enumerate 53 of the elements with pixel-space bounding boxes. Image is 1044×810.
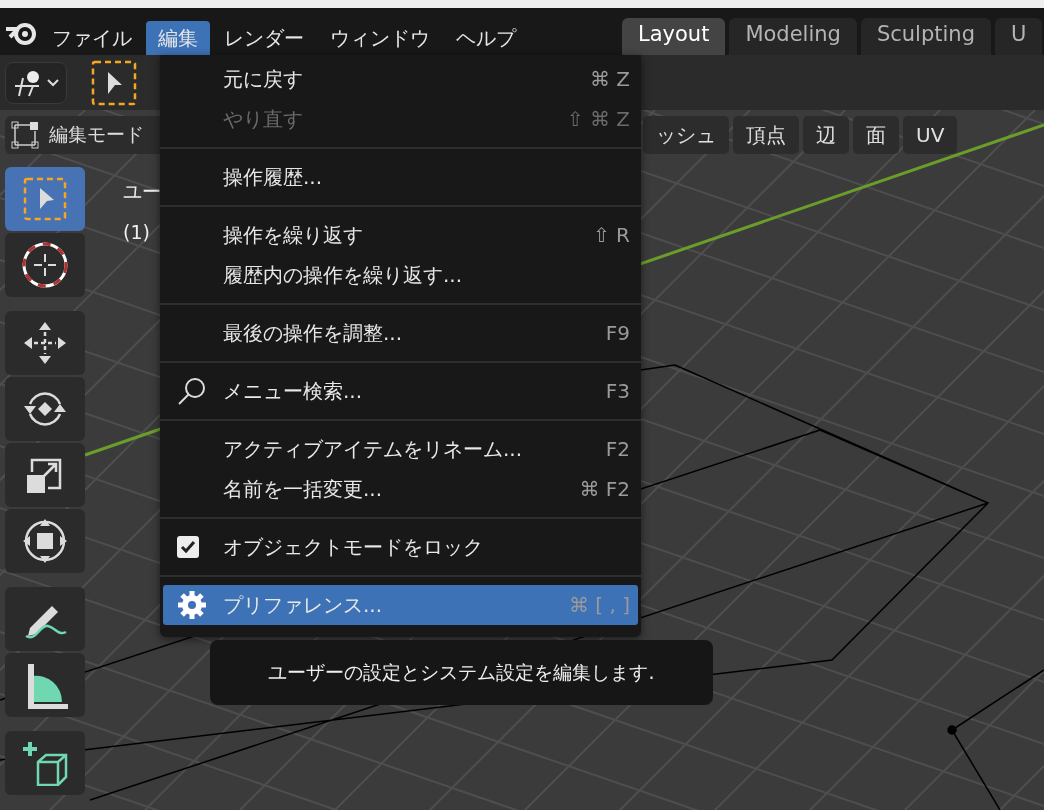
caret-icon — [47, 78, 59, 87]
search-icon — [177, 376, 207, 406]
menu-item[interactable]: ウィンドウ — [318, 21, 442, 55]
tool-button[interactable] — [5, 377, 85, 441]
tooltip: ユーザーの設定とシステム設定を編集します. — [210, 640, 713, 705]
menu-item[interactable]: メニュー検索... F3 — [163, 371, 638, 411]
shortcut-label: F9 — [605, 321, 630, 345]
mode-dropdown[interactable]: 編集モード — [5, 116, 161, 154]
menu-item[interactable]: 名前を一括変更... ⌘ F2 — [163, 469, 638, 509]
menu-item[interactable]: 最後の操作を調整... F9 — [163, 313, 638, 353]
shortcut-label: F2 — [605, 437, 630, 461]
select-box-icon — [22, 176, 68, 222]
shortcut-label: ⌘ Z — [589, 67, 630, 91]
object-label: (1) — [123, 221, 151, 243]
editor-type-button[interactable] — [5, 61, 67, 104]
header-menu[interactable]: 辺 — [803, 116, 849, 154]
add-cube-icon — [22, 740, 68, 786]
menu-item[interactable]: アクティブアイテムをリネーム... F2 — [163, 429, 638, 469]
tool-button[interactable] — [5, 731, 85, 795]
menu-item[interactable]: オブジェクトモードをロック — [163, 527, 638, 567]
tool-button[interactable] — [5, 587, 85, 651]
shortcut-label: ⇧ R — [593, 223, 630, 247]
checkbox[interactable] — [177, 536, 199, 558]
header-menu[interactable]: UV — [903, 116, 958, 154]
tool-button[interactable] — [5, 311, 85, 375]
menu-item[interactable]: ファイル — [40, 21, 144, 55]
tool-button[interactable] — [5, 233, 85, 297]
workspace-tab[interactable]: Modeling — [729, 18, 857, 55]
tool-button[interactable] — [5, 509, 85, 573]
tool-button[interactable] — [5, 653, 85, 717]
tool-button[interactable] — [5, 443, 85, 507]
shortcut-label: F3 — [605, 379, 630, 403]
header-menu[interactable]: ッシュ — [643, 116, 729, 154]
menu-item[interactable]: 履歴内の操作を繰り返す... — [163, 255, 638, 295]
menu-item[interactable]: 操作履歴... — [163, 157, 638, 197]
menu-item[interactable]: 操作を繰り返す ⇧ R — [163, 215, 638, 255]
shortcut-label: ⇧ ⌘ Z — [566, 107, 630, 131]
menu-item[interactable]: プリファレンス... ⌘ [ , ] — [163, 585, 638, 625]
menu-item[interactable]: 編集 — [146, 21, 210, 55]
menu-item[interactable]: レンダー — [212, 21, 316, 55]
workspace-tab[interactable]: Sculpting — [860, 18, 991, 55]
vertex-select-icon — [11, 121, 39, 149]
shortcut-label: ⌘ F2 — [579, 477, 630, 501]
cursor-icon — [20, 240, 70, 290]
select-box-icon[interactable] — [91, 59, 137, 106]
header-menu[interactable]: 面 — [853, 116, 899, 154]
menu-item[interactable]: ヘルプ — [444, 21, 528, 55]
view-label: ユー — [123, 179, 161, 204]
header-menu[interactable]: 頂点 — [733, 116, 799, 154]
shortcut-label: ⌘ [ , ] — [568, 593, 630, 617]
workspace-tab[interactable]: U — [995, 18, 1043, 55]
workspace-tab[interactable]: Layout — [622, 18, 726, 55]
settings-icon — [177, 590, 207, 620]
